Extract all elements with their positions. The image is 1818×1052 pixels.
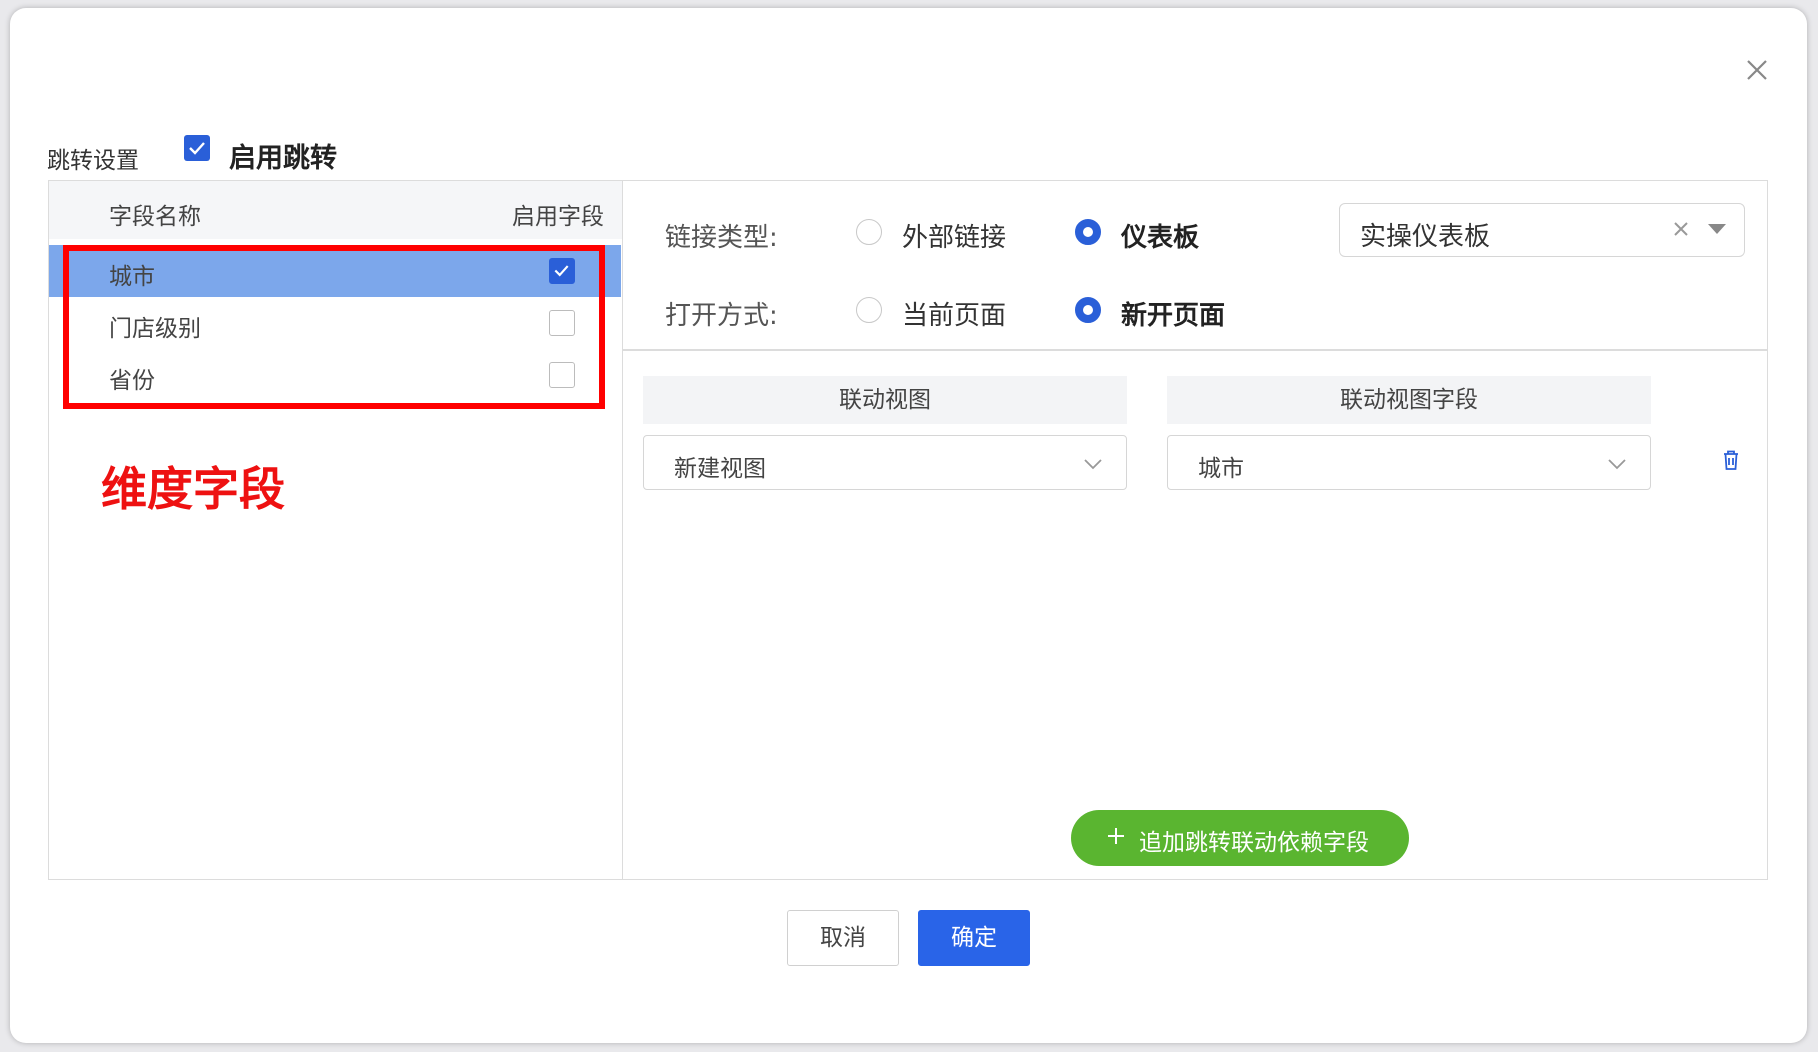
dimension-fields-annotation: 维度字段: [101, 462, 285, 516]
confirm-button[interactable]: 确定: [918, 910, 1030, 966]
external-link-label[interactable]: 外部链接: [902, 217, 1006, 254]
chevron-down-icon: [1608, 459, 1626, 470]
plus-icon: [1108, 828, 1124, 844]
clear-icon[interactable]: [1670, 218, 1692, 240]
field-row-city[interactable]: 城市: [49, 245, 621, 297]
linked-view-field-select[interactable]: 城市: [1167, 435, 1651, 490]
field-enable-checkbox[interactable]: [549, 258, 575, 284]
open-mode-label: 打开方式:: [665, 301, 778, 331]
dashboard-select-value: 实操仪表板: [1360, 222, 1491, 252]
field-name: 省份: [109, 368, 155, 394]
field-enable-checkbox[interactable]: [549, 362, 575, 388]
current-page-label[interactable]: 当前页面: [902, 295, 1006, 332]
new-page-label[interactable]: 新开页面: [1121, 295, 1225, 332]
enable-field-header: 启用字段: [512, 204, 604, 230]
linked-view-select[interactable]: 新建视图: [643, 435, 1127, 490]
field-name-header: 字段名称: [109, 204, 201, 230]
field-list-panel: 字段名称 启用字段 城市 门店级别 省份 维度字段: [49, 181, 623, 879]
link-settings-panel: 链接类型: 外部链接 仪表板 实操仪表板 打开方式: 当前页面 新开页面 联动视…: [623, 181, 1767, 879]
linked-view-header: 联动视图: [643, 376, 1127, 424]
settings-panel: 字段名称 启用字段 城市 门店级别 省份 维度字段 链接类型: 外部链接 仪表板…: [48, 180, 1768, 880]
dashboard-label[interactable]: 仪表板: [1121, 217, 1199, 254]
trash-icon[interactable]: [1718, 447, 1744, 473]
linked-view-field-value: 城市: [1198, 456, 1244, 482]
caret-down-icon: [1708, 224, 1726, 234]
dashboard-select[interactable]: 实操仪表板: [1339, 203, 1745, 257]
cancel-button[interactable]: 取消: [787, 910, 899, 966]
enable-jump-label[interactable]: 启用跳转: [229, 136, 337, 175]
field-row-store-level[interactable]: 门店级别: [49, 297, 621, 349]
close-icon[interactable]: [1738, 51, 1776, 89]
radio-dashboard[interactable]: [1075, 219, 1101, 245]
radio-new-page[interactable]: [1075, 297, 1101, 323]
linked-view-field-header: 联动视图字段: [1167, 376, 1651, 424]
field-name: 城市: [109, 264, 155, 290]
chevron-down-icon: [1084, 459, 1102, 470]
field-enable-checkbox[interactable]: [549, 310, 575, 336]
divider: [623, 349, 1767, 351]
link-type-label: 链接类型:: [665, 223, 778, 253]
linked-view-value: 新建视图: [674, 456, 766, 482]
add-dependency-field-button[interactable]: 追加跳转联动依赖字段: [1071, 810, 1409, 866]
field-row-province[interactable]: 省份: [49, 349, 621, 401]
radio-external-link[interactable]: [856, 219, 882, 245]
field-name: 门店级别: [109, 316, 201, 342]
open-mode-row: 打开方式: 当前页面 新开页面: [623, 285, 1767, 335]
enable-jump-checkbox[interactable]: [184, 135, 210, 161]
jump-settings-dialog: 跳转设置 启用跳转 字段名称 启用字段 城市 门店级别 省份 维度字段 链接类型…: [10, 8, 1807, 1043]
radio-current-page[interactable]: [856, 297, 882, 323]
field-list-header: 字段名称 启用字段: [49, 181, 622, 239]
jump-settings-label: 跳转设置: [47, 148, 139, 174]
add-dependency-field-label: 追加跳转联动依赖字段: [1139, 830, 1369, 856]
